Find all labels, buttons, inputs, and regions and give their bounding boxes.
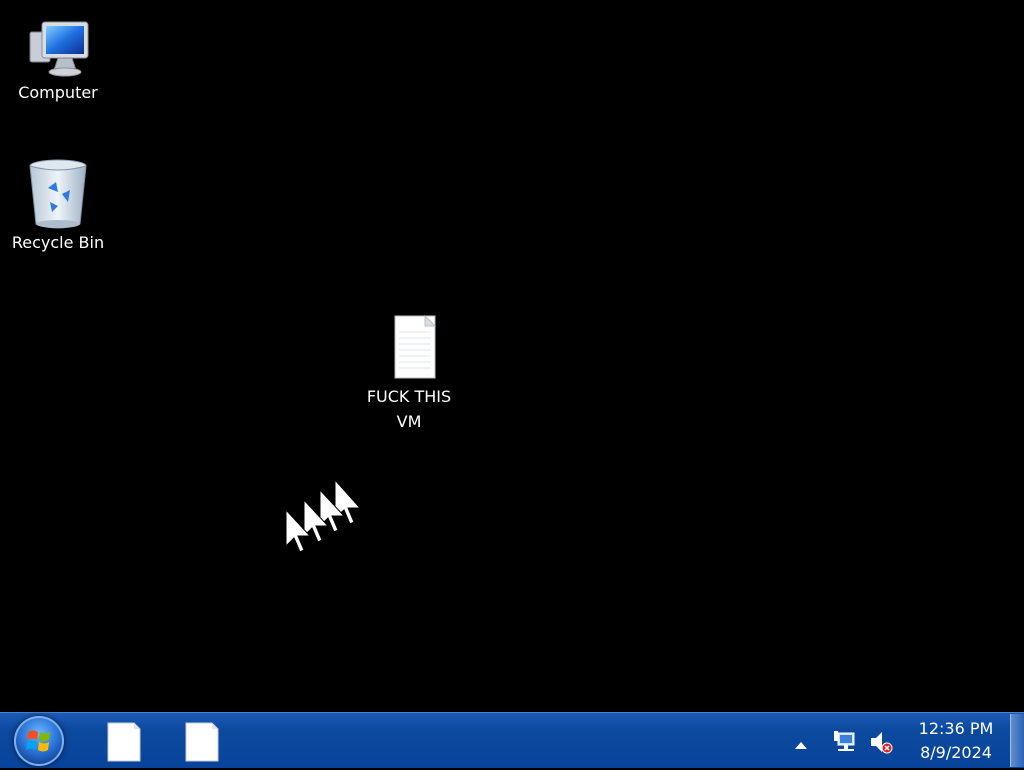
clock-date: 8/9/2024 xyxy=(920,743,992,762)
recycle-bin-icon xyxy=(22,158,94,230)
notepad-file-icon xyxy=(185,722,219,762)
network-icon xyxy=(834,731,855,751)
clock-time: 12:36 PM xyxy=(918,719,994,738)
taskbar-button-notepad-2[interactable] xyxy=(174,717,230,765)
desktop-icon-text-file[interactable]: FUCK THIS VM xyxy=(361,312,457,434)
chevron-up-icon xyxy=(795,742,807,749)
network-tray-button[interactable] xyxy=(832,729,858,759)
desktop-icon-recycle-bin[interactable]: Recycle Bin xyxy=(10,158,106,255)
system-clock[interactable]: 12:36 PM 8/9/2024 xyxy=(908,717,1004,765)
volume-muted-icon xyxy=(871,732,893,754)
desktop[interactable]: Computer Recycle Bin FUCK THIS VM xyxy=(0,0,1024,712)
desktop-icon-label: FUCK THIS VM xyxy=(366,387,452,431)
taskbar-button-notepad-1[interactable] xyxy=(96,717,152,765)
desktop-icon-label: Computer xyxy=(18,83,98,102)
text-file-icon xyxy=(373,312,445,384)
computer-icon xyxy=(22,18,94,80)
desktop-icon-label: Recycle Bin xyxy=(11,233,105,252)
mouse-cursor-trail xyxy=(280,478,370,558)
taskbar: 12:36 PM 8/9/2024 xyxy=(0,712,1024,768)
desktop-icon-computer[interactable]: Computer xyxy=(10,18,106,105)
show-hidden-icons-button[interactable] xyxy=(794,735,808,754)
volume-tray-button[interactable] xyxy=(868,729,894,759)
start-button[interactable] xyxy=(14,716,64,766)
windows-logo-icon xyxy=(26,730,50,752)
show-desktop-button[interactable] xyxy=(1010,714,1024,767)
notepad-file-icon xyxy=(107,722,141,762)
